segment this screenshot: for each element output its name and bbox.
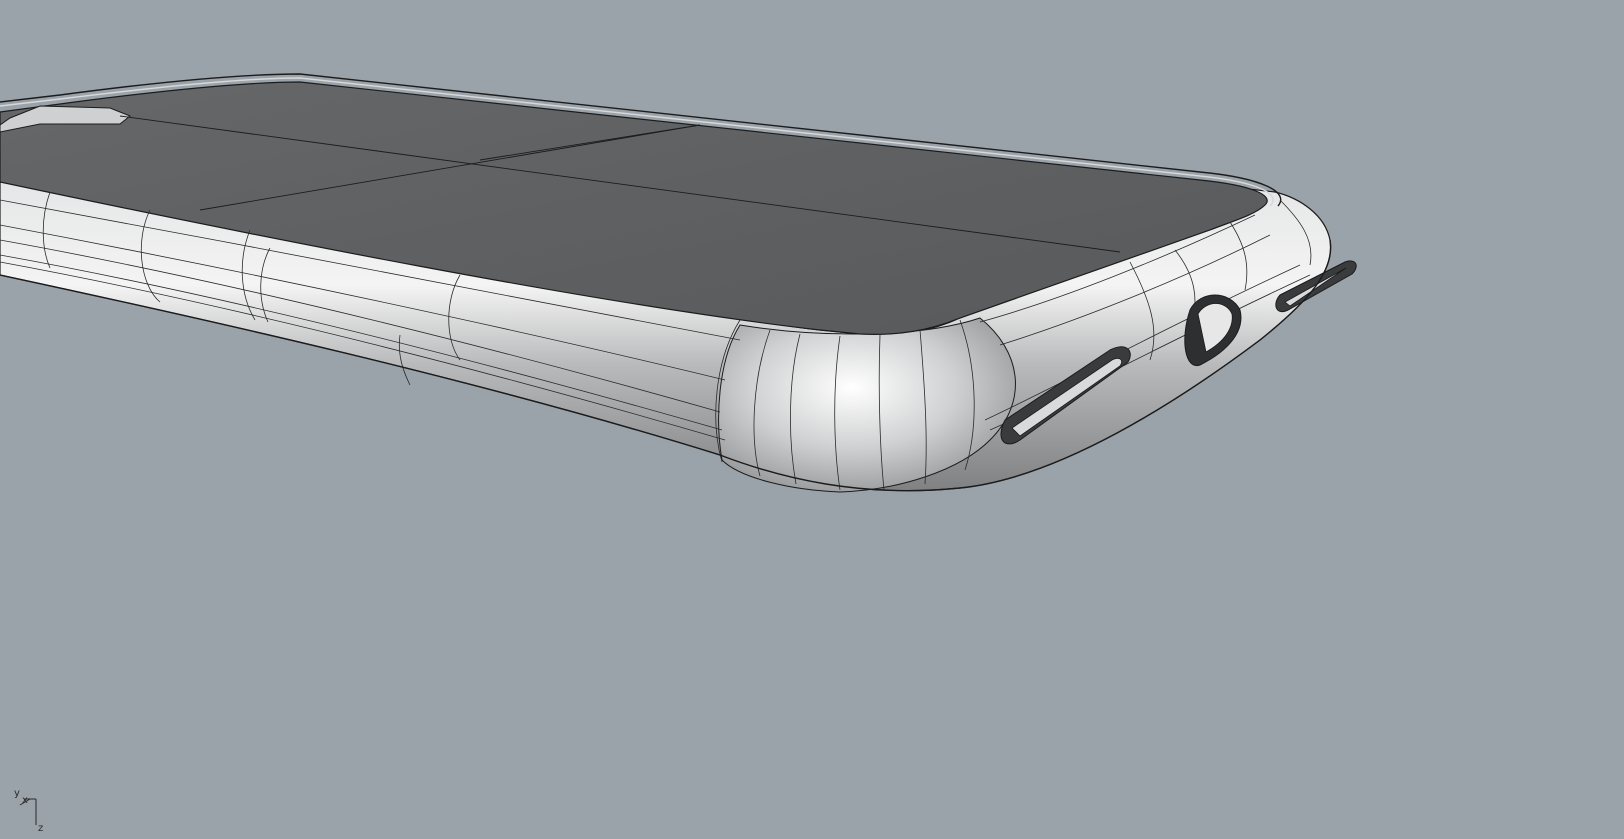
axis-y-label: y (14, 788, 20, 799)
axis-gizmo: y x z (8, 789, 48, 835)
axis-x-label: x (22, 795, 28, 806)
axis-z-label: z (38, 823, 44, 834)
rhino-viewport[interactable]: y x z (0, 0, 1624, 839)
phone-case-model[interactable] (0, 0, 1624, 839)
